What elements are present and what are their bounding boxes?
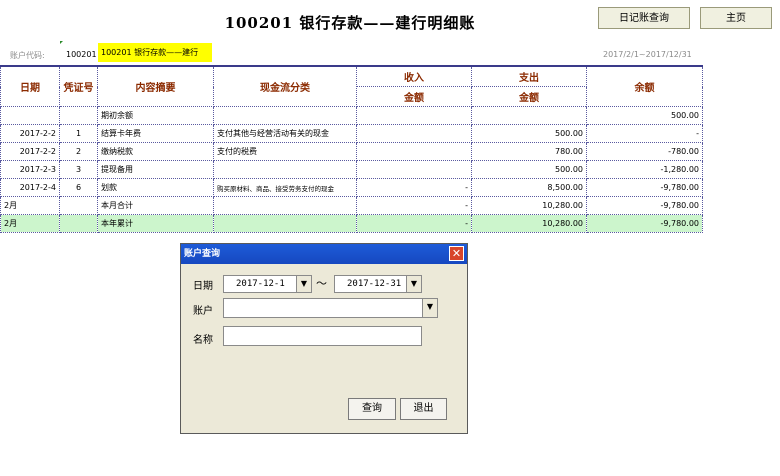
col-summary: 内容摘要 xyxy=(97,65,214,107)
date-to-field[interactable]: 2017-12-31 xyxy=(334,275,409,293)
cell-income[interactable] xyxy=(356,124,472,143)
cell-cashflow[interactable] xyxy=(213,196,357,215)
cell-voucher[interactable]: 1 xyxy=(59,124,98,143)
cell-expense[interactable] xyxy=(471,106,587,125)
cell-balance[interactable]: -1,280.00 xyxy=(586,160,703,179)
cell-summary[interactable]: 缴纳税款 xyxy=(97,142,214,161)
range-separator: ～ xyxy=(316,277,327,290)
cell-comment-marker xyxy=(60,41,63,44)
col-cashflow: 现金流分类 xyxy=(213,65,357,107)
account-code: 100201 xyxy=(66,50,97,59)
cell-summary[interactable]: 提现备用 xyxy=(97,160,214,179)
cell-balance[interactable]: -9,780.00 xyxy=(586,214,703,233)
table-row: 2017-2-2 1 结算卡年费 支付其他与经营活动有关的现金 500.00- xyxy=(0,124,703,143)
col-income-amount: 金额 xyxy=(356,86,472,107)
cell-balance[interactable]: 500.00 xyxy=(586,106,703,125)
cell-date[interactable]: 2017-2-2 xyxy=(0,142,60,161)
cell-voucher[interactable] xyxy=(59,196,98,215)
cell-voucher[interactable]: 6 xyxy=(59,178,98,197)
cell-income[interactable] xyxy=(356,106,472,125)
cell-date[interactable]: 2017-2-3 xyxy=(0,160,60,179)
cell-balance[interactable]: -780.00 xyxy=(586,142,703,161)
cell-expense[interactable]: 500.00 xyxy=(471,160,587,179)
journal-query-button[interactable]: 日记账查询 xyxy=(598,7,690,29)
cell-cashflow[interactable]: 购买原材料、商品、接受劳务支付的现金 xyxy=(213,178,357,197)
cell-expense[interactable]: 10,280.00 xyxy=(471,196,587,215)
cell-cashflow[interactable] xyxy=(213,106,357,125)
col-income: 收入 xyxy=(356,65,472,87)
cell-balance[interactable]: -9,780.00 xyxy=(586,178,703,197)
name-label: 名称 xyxy=(193,335,213,346)
close-icon[interactable]: ✕ xyxy=(449,246,464,261)
cell-expense[interactable]: 500.00 xyxy=(471,124,587,143)
cell-voucher[interactable]: 2 xyxy=(59,142,98,161)
cell-date[interactable]: 2017-2-4 xyxy=(0,178,60,197)
cell-balance[interactable]: -9,780.00 xyxy=(586,196,703,215)
col-date: 日期 xyxy=(0,65,60,107)
col-voucher: 凭证号 xyxy=(59,65,98,107)
cell-balance[interactable]: - xyxy=(586,124,703,143)
cell-date[interactable]: 2月 xyxy=(0,196,60,215)
query-button[interactable]: 查询 xyxy=(348,398,396,420)
cell-income[interactable] xyxy=(356,160,472,179)
cell-summary[interactable]: 划款 xyxy=(97,178,214,197)
col-expense: 支出 xyxy=(471,65,587,87)
col-balance: 余额 xyxy=(586,65,703,107)
table-row: 2017-2-3 3 提现备用 500.00 -1,280.00 xyxy=(0,160,703,179)
cell-date[interactable]: 2017-2-2 xyxy=(0,124,60,143)
table-row: 期初余额 500.00 xyxy=(0,106,703,125)
table-row: 2月 本年累计 -10,280.00 -9,780.00 xyxy=(0,214,703,233)
table-row: 2017-2-4 6 划款 购买原材料、商品、接受劳务支付的现金 -8,500.00 -9… xyxy=(0,178,703,197)
cell-summary[interactable]: 结算卡年费 xyxy=(97,124,214,143)
date-range: 2017/2/1~2017/12/31 xyxy=(603,50,692,59)
cell-expense[interactable]: 8,500.00 xyxy=(471,178,587,197)
table-row: 2017-2-2 2 缴纳税款 支付的税费 780.00 -780.00 xyxy=(0,142,703,161)
account-name-cell[interactable]: 100201 银行存款——建行 xyxy=(98,43,212,62)
cell-income[interactable]: - xyxy=(356,178,472,197)
account-field[interactable] xyxy=(223,298,423,318)
cell-voucher[interactable] xyxy=(59,214,98,233)
chevron-down-icon[interactable]: ▼ xyxy=(296,275,312,293)
cell-cashflow[interactable]: 支付的税费 xyxy=(213,142,357,161)
cell-date[interactable] xyxy=(0,106,60,125)
cell-cashflow[interactable] xyxy=(213,214,357,233)
cell-summary[interactable]: 本年累计 xyxy=(97,214,214,233)
cell-date[interactable]: 2月 xyxy=(0,214,60,233)
ledger-table: 日期 凭证号 内容摘要 现金流分类 收入 支出 余额 金额 金额 期初余额 500… xyxy=(0,65,703,233)
home-button[interactable]: 主页 xyxy=(700,7,772,29)
cell-income[interactable] xyxy=(356,142,472,161)
cell-summary[interactable]: 本月合计 xyxy=(97,196,214,215)
col-expense-amount: 金额 xyxy=(471,86,587,107)
cell-income[interactable]: - xyxy=(356,214,472,233)
cell-voucher[interactable] xyxy=(59,106,98,125)
cell-expense[interactable]: 780.00 xyxy=(471,142,587,161)
name-field[interactable] xyxy=(223,326,422,346)
table-row: 2月 本月合计 -10,280.00 -9,780.00 xyxy=(0,196,703,215)
cell-cashflow[interactable] xyxy=(213,160,357,179)
page-title: 100201 银行存款——建行明细账 xyxy=(224,14,476,32)
account-code-label: 账户代码: xyxy=(10,51,45,60)
cell-expense[interactable]: 10,280.00 xyxy=(471,214,587,233)
exit-button[interactable]: 退出 xyxy=(400,398,447,420)
date-label: 日期 xyxy=(193,281,213,292)
account-label: 账户 xyxy=(193,306,213,317)
chevron-down-icon[interactable]: ▼ xyxy=(422,298,438,318)
dialog-title: 账户查询 xyxy=(181,244,467,264)
chevron-down-icon[interactable]: ▼ xyxy=(406,275,422,293)
date-from-field[interactable]: 2017-12-1 xyxy=(223,275,298,293)
account-query-dialog: 账户查询 ✕ 日期 2017-12-1 ▼ ～ 2017-12-31 ▼ 账户 … xyxy=(180,243,468,434)
cell-voucher[interactable]: 3 xyxy=(59,160,98,179)
cell-summary[interactable]: 期初余额 xyxy=(97,106,214,125)
cell-income[interactable]: - xyxy=(356,196,472,215)
cell-cashflow[interactable]: 支付其他与经营活动有关的现金 xyxy=(213,124,357,143)
